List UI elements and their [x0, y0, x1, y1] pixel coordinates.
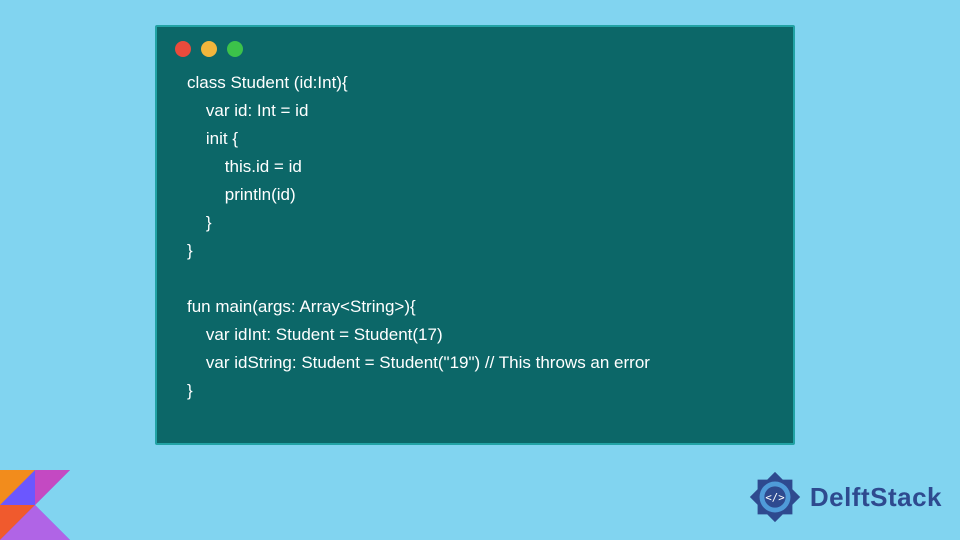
code-window: class Student (id:Int){ var id: Int = id…	[155, 25, 795, 445]
maximize-icon	[227, 41, 243, 57]
svg-text:</>: </>	[765, 491, 784, 504]
brand: </> DelftStack	[746, 468, 942, 526]
window-traffic-lights	[157, 27, 793, 65]
close-icon	[175, 41, 191, 57]
code-block: class Student (id:Int){ var id: Int = id…	[157, 65, 793, 425]
minimize-icon	[201, 41, 217, 57]
brand-name: DelftStack	[810, 482, 942, 513]
kotlin-logo-icon	[0, 470, 70, 540]
delftstack-badge-icon: </>	[746, 468, 804, 526]
